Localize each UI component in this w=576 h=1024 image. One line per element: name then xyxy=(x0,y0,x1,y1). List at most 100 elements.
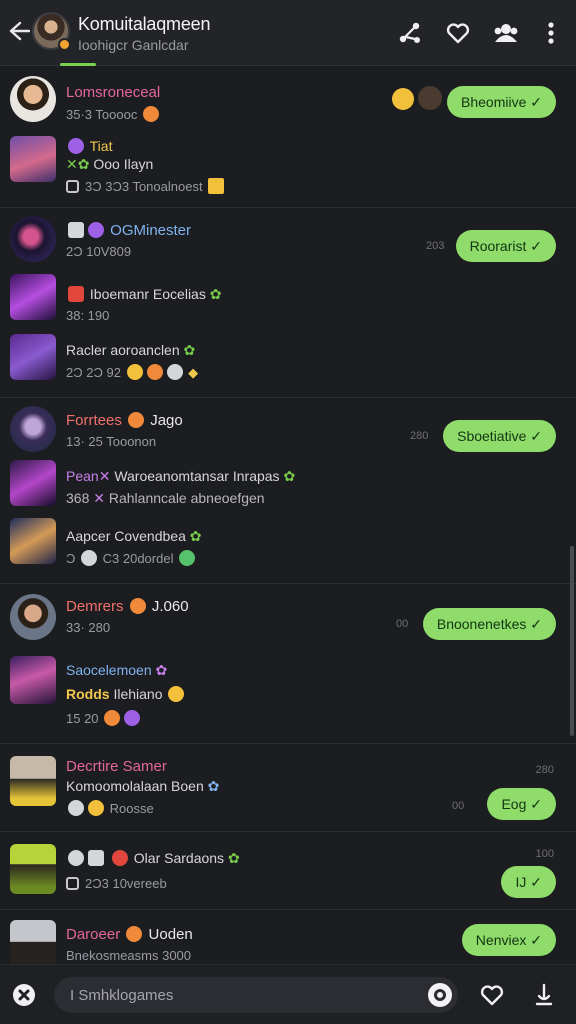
leaf-icon: ✿ xyxy=(283,468,296,484)
chat-meta-text: 15 20 xyxy=(66,711,99,726)
chat-line-prefix: 368 xyxy=(66,490,90,506)
chat-line-text: Aapcer Covendbea xyxy=(66,528,186,544)
message-bubble[interactable]: IJ ✓ xyxy=(501,866,556,898)
leaf-icon: ✿ xyxy=(183,342,196,358)
chat-meta: 15 20 xyxy=(66,710,142,726)
chat-name-text: Forrtees xyxy=(66,412,122,429)
chat-meta: 2Ɔ3 10vereeb xyxy=(66,876,167,891)
sparkle-icon: ✕ xyxy=(98,468,111,484)
game-thumbnail[interactable] xyxy=(10,334,56,380)
timestamp: 00 xyxy=(452,800,465,812)
chat-name: OGMinester xyxy=(66,222,191,239)
message-bubble[interactable]: Bheomiive ✓ xyxy=(447,86,556,118)
avatar[interactable] xyxy=(10,216,56,262)
chat-meta: Roosse xyxy=(66,800,154,816)
avatar[interactable] xyxy=(10,406,56,452)
game-thumbnail[interactable] xyxy=(10,136,56,182)
game-thumbnail[interactable] xyxy=(10,656,56,704)
group-icon[interactable] xyxy=(492,19,520,47)
heart-icon[interactable] xyxy=(444,19,472,47)
square-icon xyxy=(66,877,79,890)
chat-line: 368 ✕ Rahlanncale abneoefgen xyxy=(66,490,265,507)
emoji-icon xyxy=(68,800,84,816)
chat-group[interactable]: Lomsroneceal 35·3 Tooooc Tiat ✕✿ Ooo Ila… xyxy=(0,66,576,208)
emoji-icon xyxy=(179,550,196,566)
chat-meta-text: 2Ɔ3 10vereeb xyxy=(85,876,167,891)
message-bubble[interactable]: Nenviex ✓ xyxy=(461,924,556,956)
badge-icon xyxy=(208,178,225,194)
chat-name: Forrtees Jago xyxy=(66,412,183,429)
reaction-avatar xyxy=(392,88,414,110)
heart-outline-icon[interactable] xyxy=(478,981,506,1009)
chat-name-suffix: Uoden xyxy=(148,926,193,943)
share-icon[interactable] xyxy=(396,19,424,47)
chat-meta: 13· 25 Tooonon xyxy=(66,434,157,449)
chat-line: Iboemanr Eocelias ✿ xyxy=(66,286,221,303)
diamond-icon: ◆ xyxy=(188,365,199,380)
chat-group[interactable]: Olar Sardaons ✿ 2Ɔ3 10vereeb 100 IJ ✓ xyxy=(0,832,576,910)
chat-group[interactable]: Forrtees Jago 13· 25 Tooonon Pean✕ Waroe… xyxy=(0,398,576,584)
grid-icon xyxy=(68,222,84,238)
scrollbar[interactable] xyxy=(570,546,574,736)
emoji-icon xyxy=(124,710,141,726)
back-arrow-icon[interactable] xyxy=(8,18,34,48)
chat-name-suffix: J.060 xyxy=(151,598,189,615)
chat-line-text: Rahlanncale abneoefgen xyxy=(108,490,265,506)
chat-line: Olar Sardaons ✿ xyxy=(66,850,240,867)
chat-meta: Bnekosmeasms 3000 xyxy=(66,948,192,963)
message-bubble[interactable]: Sboetiative ✓ xyxy=(443,420,556,452)
camera-icon[interactable] xyxy=(428,983,452,1007)
message-bubble[interactable]: Bnoonenetkes ✓ xyxy=(422,608,556,640)
sparkle-icon: ✕ xyxy=(93,490,105,506)
avatar[interactable] xyxy=(10,756,56,806)
emoji-icon xyxy=(111,850,128,866)
reaction-avatar xyxy=(418,86,442,110)
chat-name-text: Daroeer xyxy=(66,926,121,943)
app-header: Komuitalaqmeen Ioohigcr Ganlcdar xyxy=(0,0,576,66)
game-thumbnail[interactable] xyxy=(10,460,56,506)
chat-meta-text: 35·3 Tooooc xyxy=(66,107,138,122)
chat-name: Olar Sardaons xyxy=(133,850,225,866)
more-vertical-icon[interactable] xyxy=(537,19,565,47)
chat-group[interactable]: Decrtire Samer Komoomolalaan Boen ✿ Roos… xyxy=(0,744,576,832)
chat-meta: 33· 280 xyxy=(66,620,111,635)
chat-line: Aapcer Covendbea ✿ xyxy=(66,528,202,545)
chat-line: Racler aoroanclen ✿ xyxy=(66,342,195,359)
avatar[interactable] xyxy=(10,76,56,122)
emoji-icon xyxy=(68,850,84,866)
avatar[interactable] xyxy=(10,920,56,964)
page-subtitle: Ioohigcr Ganlcdar xyxy=(78,37,189,53)
compass-icon[interactable] xyxy=(10,981,38,1009)
square-icon xyxy=(66,180,79,193)
dice-icon xyxy=(88,850,104,866)
search-input[interactable] xyxy=(70,977,410,1013)
avatar[interactable] xyxy=(10,594,56,640)
chat-name: Decrtire Samer xyxy=(66,758,167,775)
message-bubble[interactable]: Roorarist ✓ xyxy=(455,230,556,262)
chat-line-prefix: Pean xyxy=(66,468,99,484)
pin-icon[interactable] xyxy=(530,981,558,1009)
emoji-icon xyxy=(126,926,143,942)
chat-line: Komoomolalaan Boen ✿ xyxy=(66,778,219,795)
leaf-icon: ✿ xyxy=(227,850,240,866)
search-bar[interactable] xyxy=(54,977,458,1013)
game-thumbnail[interactable] xyxy=(10,518,56,564)
emoji-icon xyxy=(88,800,104,816)
chat-name: Daroeer Uoden xyxy=(66,926,193,943)
avatar[interactable] xyxy=(10,844,56,894)
leaf-icon: ✿ xyxy=(209,286,222,302)
chat-group[interactable]: Demrers J.060 33· 280 Saocelemoen ✿ Rodd… xyxy=(0,584,576,744)
game-thumbnail[interactable] xyxy=(10,274,56,320)
emoji-icon xyxy=(166,364,183,380)
fire-icon xyxy=(142,106,159,122)
status-dot xyxy=(58,38,71,51)
chat-group[interactable]: OGMinester 2Ɔ 10V809 Iboemanr Eocelias ✿… xyxy=(0,208,576,398)
chat-meta: 3Ɔ 3Ɔ3 Tonoalnoest xyxy=(66,178,226,194)
chat-line-text: Waroeanomtansar Inrapas xyxy=(114,468,280,484)
chat-meta: 2Ɔ 2Ɔ 92 ◆ xyxy=(66,364,198,381)
group-avatar[interactable] xyxy=(32,12,71,51)
chat-group[interactable]: Daroeer Uoden Bnekosmeasms 3000 Nenviex … xyxy=(0,910,576,964)
circle-icon xyxy=(88,222,104,238)
message-bubble[interactable]: Eog ✓ xyxy=(487,788,556,820)
chat-name-suffix: Jago xyxy=(150,412,183,429)
